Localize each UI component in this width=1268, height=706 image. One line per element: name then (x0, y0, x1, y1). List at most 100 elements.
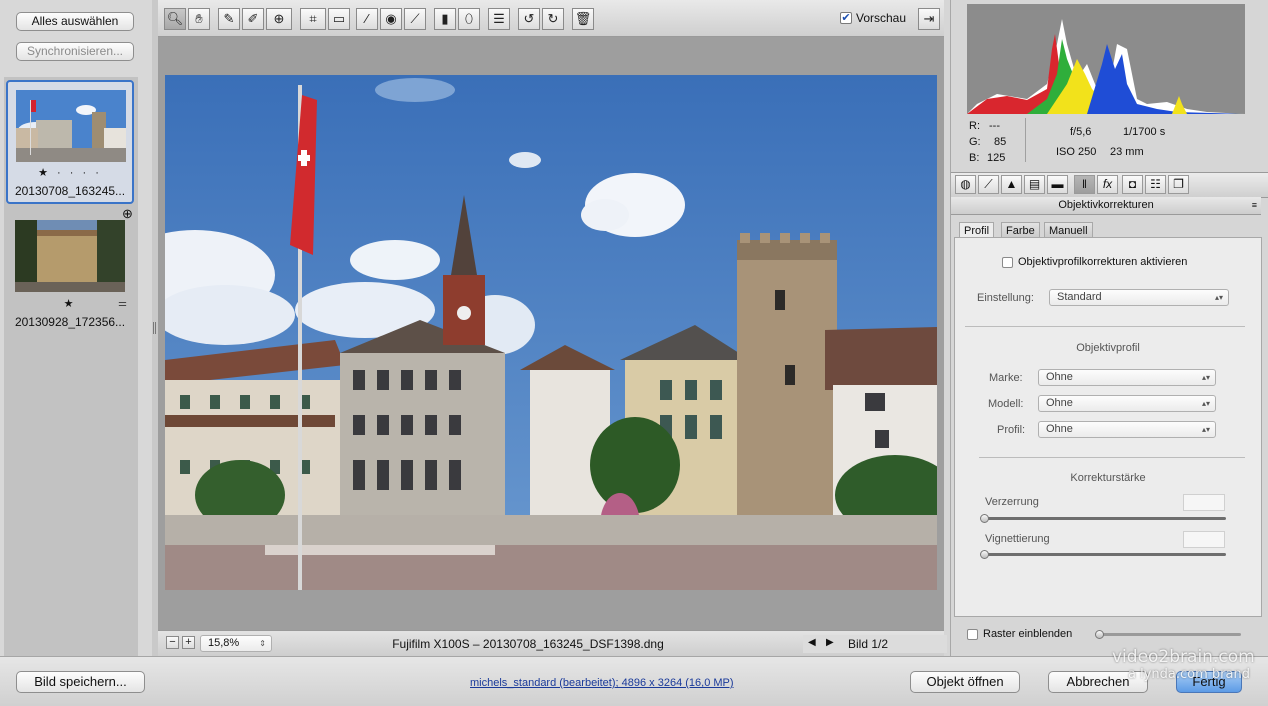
next-image-icon[interactable]: ▶ (826, 637, 834, 648)
distortion-slider-track[interactable] (983, 517, 1226, 520)
basic-panel-icon[interactable]: ◍ (955, 175, 976, 194)
rating-stars[interactable]: ★ · · · · (8, 166, 132, 179)
filmstrip-item[interactable]: ★ ⚌ 20130928_172356... (6, 220, 134, 344)
make-value: Ohne (1046, 371, 1073, 383)
lens-corrections-icon[interactable]: ‖ (1074, 175, 1095, 194)
trash-icon[interactable]: 🗑︎ (572, 8, 594, 30)
zoom-level-select[interactable]: 15,8% ⇕ (200, 635, 272, 652)
histogram-chart (967, 4, 1245, 114)
select-arrows-icon: ⇕ (259, 639, 266, 648)
select-all-button[interactable]: Alles auswählen (16, 12, 134, 31)
thumbnail-image (15, 220, 125, 292)
splitter-grip-icon (153, 322, 156, 334)
rating-stars[interactable]: ★ (6, 297, 134, 310)
enable-profile-label: Objektivprofilkorrekturen aktivieren (1018, 256, 1188, 268)
distortion-label: Verzerrung (985, 496, 1039, 508)
white-balance-tool-icon[interactable]: ✎ (218, 8, 240, 30)
radial-filter-icon[interactable]: ⬯ (458, 8, 480, 30)
filmstrip-item[interactable]: ★ · · · · 20130708_163245... (6, 80, 134, 204)
thumbnail-image (16, 90, 126, 162)
setting-label: Einstellung: (977, 292, 1034, 304)
distortion-slider-handle[interactable] (980, 514, 989, 523)
model-select[interactable]: Ohne ▴▾ (1038, 395, 1216, 412)
divider (979, 457, 1245, 458)
targeted-adjustment-tool-icon[interactable]: ⊕ (266, 8, 292, 30)
crop-tool-icon[interactable]: ⌗ (300, 8, 326, 30)
spot-removal-tool-icon[interactable]: ⁄ (356, 8, 378, 30)
rgb-r-label: R: (969, 120, 980, 132)
split-toning-icon[interactable]: ▬ (1047, 175, 1068, 194)
graduated-filter-icon[interactable]: ▮ (434, 8, 456, 30)
rgb-b-value: 125 (987, 152, 1006, 164)
rotate-right-icon[interactable]: ↻ (542, 8, 564, 30)
hsl-panel-icon[interactable]: ▤ (1024, 175, 1045, 194)
zoom-tool-icon[interactable]: 🔍︎ (164, 8, 186, 30)
panel-menu-icon[interactable]: ≡ (1252, 197, 1257, 214)
iso-value: ISO 250 (1056, 146, 1097, 158)
adjustment-brush-icon[interactable]: ⟋ (404, 8, 426, 30)
presets-icon[interactable]: ☷ (1145, 175, 1166, 194)
aperture-value: f/5,6 (1070, 126, 1092, 138)
show-grid-checkbox[interactable] (967, 629, 978, 640)
preview-checkbox[interactable]: ✔ (840, 12, 852, 24)
setting-select[interactable]: Standard ▴▾ (1049, 289, 1229, 306)
grid-size-slider-track[interactable] (1097, 633, 1241, 636)
correction-strength-heading: Korrekturstärke (1070, 472, 1146, 484)
watermark-brand: video2brain.com (1112, 647, 1255, 667)
camera-calibration-icon[interactable]: ◘ (1122, 175, 1143, 194)
rgb-g-label: G: (969, 136, 981, 148)
save-image-button[interactable]: Bild speichern... (16, 671, 145, 693)
preview-area: 🔍︎ ✋︎ ✎ ✐ ⊕ ⌗ ▭ ⁄ ◉ ⟋ ▮ ⬯ ☰ ↺ ↻ 🗑︎ ✔ Vor… (158, 0, 947, 657)
divider (965, 326, 1245, 327)
make-select[interactable]: Ohne ▴▾ (1038, 369, 1216, 386)
red-eye-tool-icon[interactable]: ◉ (380, 8, 402, 30)
status-bar: − + 15,8% ⇕ Fujifilm X100S – 20130708_16… (158, 630, 947, 657)
workflow-options-link[interactable]: michels_standard (bearbeitet); 4896 x 32… (470, 677, 734, 689)
rgb-b-label: B: (969, 152, 980, 164)
filmstrip-list: ★ · · · · 20130708_163245... ⊕ ★ ⚌ 20130… (4, 77, 138, 656)
lens-corrections-panel: Objektivprofilkorrekturen aktivieren Ein… (954, 237, 1262, 617)
rotate-left-icon[interactable]: ↺ (518, 8, 540, 30)
zoom-in-icon[interactable]: + (182, 636, 195, 649)
select-arrows-icon: ▴▾ (1201, 373, 1210, 382)
zoom-out-icon[interactable]: − (166, 636, 179, 649)
fullscreen-toggle-icon[interactable]: ⇥ (918, 8, 940, 30)
select-arrows-icon: ▴▾ (1201, 399, 1210, 408)
synchronize-button[interactable]: Synchronisieren... (16, 42, 134, 61)
vignetting-slider-handle[interactable] (980, 550, 989, 559)
model-label: Modell: (988, 398, 1024, 410)
rgb-r-value: --- (989, 120, 1000, 132)
enable-profile-checkbox[interactable] (1002, 257, 1013, 268)
detail-panel-icon[interactable]: ▲ (1001, 175, 1022, 194)
straighten-tool-icon[interactable]: ▭ (328, 8, 350, 30)
grid-size-slider-handle[interactable] (1095, 630, 1104, 639)
adjustments-panel: ▲ ▲ R: --- G: 85 B: 125 f/5,6 1/1700 s I… (950, 0, 1268, 656)
main-photo[interactable] (165, 75, 937, 590)
filename-label: 20130928_172356... (14, 315, 126, 329)
preferences-icon[interactable]: ☰ (488, 8, 510, 30)
color-sampler-tool-icon[interactable]: ✐ (242, 8, 264, 30)
profile-select[interactable]: Ohne ▴▾ (1038, 421, 1216, 438)
previous-image-icon[interactable]: ◀ (808, 637, 816, 648)
open-object-button[interactable]: Objekt öffnen (910, 671, 1020, 693)
make-label: Marke: (989, 372, 1023, 384)
effects-fx-icon[interactable]: fx (1097, 175, 1118, 194)
snapshots-icon[interactable]: ❐ (1168, 175, 1189, 194)
bottom-bar: Bild speichern... michels_standard (bear… (0, 656, 1268, 706)
focal-length-value: 23 mm (1110, 146, 1144, 158)
panel-tabs: ◍ ⟋ ▲ ▤ ▬ ‖ fx ◘ ☷ ❐ (951, 172, 1268, 198)
vignetting-slider-track[interactable] (983, 553, 1226, 556)
lens-profile-heading: Objektivprofil (1076, 342, 1140, 354)
filename-label: 20130708_163245... (14, 184, 126, 198)
profile-value: Ohne (1046, 423, 1073, 435)
adjustments-icon: ⚌ (118, 298, 127, 309)
image-counter: Bild 1/2 (848, 637, 889, 651)
watermark-subtext: a lynda.com brand (1128, 667, 1250, 682)
distortion-value-field[interactable] (1183, 494, 1225, 511)
vignetting-label: Vignettierung (985, 533, 1050, 545)
tone-curve-icon[interactable]: ⟋ (978, 175, 999, 194)
setting-value: Standard (1057, 291, 1102, 303)
vignetting-value-field[interactable] (1183, 531, 1225, 548)
hand-tool-icon[interactable]: ✋︎ (188, 8, 210, 30)
select-arrows-icon: ▴▾ (1201, 425, 1210, 434)
